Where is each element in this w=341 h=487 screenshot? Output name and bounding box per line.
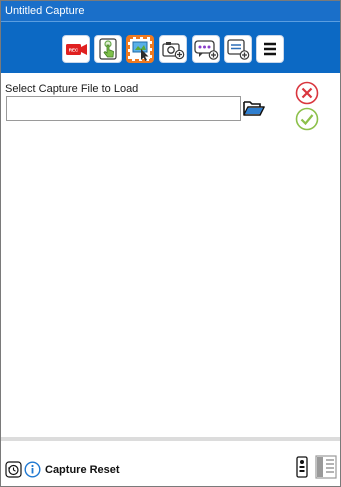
side-panel-icon[interactable]: [315, 455, 337, 479]
note-button[interactable]: [224, 35, 252, 63]
hamburger-menu-icon: [264, 42, 276, 56]
menu-button[interactable]: [256, 35, 284, 63]
camera-add-icon: [162, 42, 185, 60]
status-bar: Capture Reset: [1, 437, 340, 486]
screenshot-button[interactable]: [159, 35, 187, 63]
window-title: Untitled Capture: [5, 5, 85, 17]
confirm-check-icon[interactable]: [295, 107, 319, 131]
select-region-button[interactable]: [126, 35, 154, 63]
load-capture-panel: Select Capture File to Load: [1, 73, 340, 437]
message-button[interactable]: [192, 35, 220, 63]
open-folder-icon[interactable]: [243, 98, 265, 118]
capture-window: Untitled Capture REC Select Capture File…: [0, 0, 341, 487]
info-icon[interactable]: [24, 461, 41, 478]
cancel-icon[interactable]: [295, 81, 319, 105]
title-bar[interactable]: Untitled Capture: [1, 1, 340, 21]
svg-text:REC: REC: [69, 48, 79, 53]
touch-capture-button[interactable]: [94, 35, 122, 63]
record-button[interactable]: REC: [62, 35, 90, 63]
capture-toolbar: REC: [1, 21, 340, 73]
status-text: Capture Reset: [45, 464, 120, 476]
message-add-icon: [194, 40, 219, 60]
rec-camera-icon: REC: [66, 44, 87, 55]
history-icon[interactable]: [5, 461, 22, 478]
touch-pointer-icon: [99, 38, 117, 60]
capture-file-input[interactable]: [6, 96, 241, 121]
capture-file-label: Select Capture File to Load: [5, 83, 139, 95]
region-select-icon: [128, 37, 152, 61]
note-add-icon: [227, 39, 250, 60]
device-remote-icon[interactable]: [296, 456, 308, 478]
